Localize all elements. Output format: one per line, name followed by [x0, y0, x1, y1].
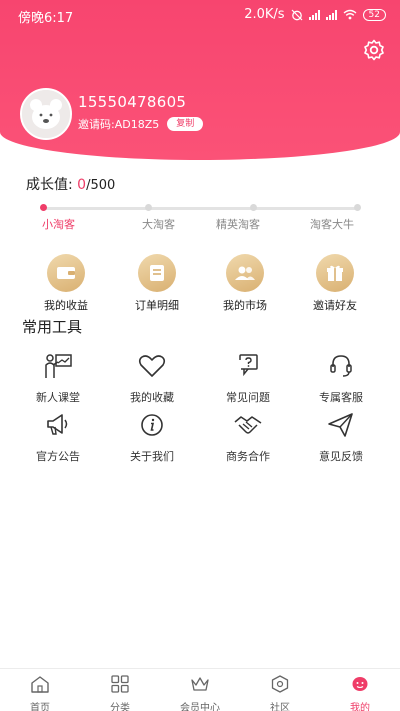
handshake-icon: [234, 416, 262, 434]
growth-progress-track: [42, 207, 360, 210]
avatar[interactable]: [20, 88, 72, 140]
wifi-icon: [343, 9, 356, 20]
nav-category[interactable]: 分类: [80, 675, 160, 711]
business-cooperation-button[interactable]: 商务合作: [203, 411, 293, 464]
customer-service-label: 专属客服: [319, 391, 363, 404]
faq-label: 常见问题: [226, 391, 270, 404]
about-us-label: 关于我们: [130, 450, 174, 463]
faq-button[interactable]: 常见问题: [203, 352, 293, 405]
hexagon-icon: [271, 675, 289, 693]
invite-friends-label: 邀请好友: [313, 299, 357, 312]
users-icon: [226, 254, 264, 292]
announcements-label: 官方公告: [36, 450, 80, 463]
bottom-nav: 首页 分类 会员中心 社区 我的: [0, 668, 400, 711]
settings-gear-icon[interactable]: [362, 38, 386, 62]
customer-service-button[interactable]: 专属客服: [296, 352, 386, 405]
wallet-icon: [47, 254, 85, 292]
level-dot-4: [354, 204, 361, 211]
signal-icon-2: [325, 9, 337, 20]
announcements-button[interactable]: 官方公告: [13, 411, 103, 464]
status-bar: 傍晚6:17 2.0K/s 52: [0, 0, 400, 30]
nav-home[interactable]: 首页: [0, 675, 80, 711]
headset-icon: [330, 355, 352, 377]
nav-community[interactable]: 社区: [240, 675, 320, 711]
signal-icon: [308, 9, 320, 20]
user-phone: 15550478605: [78, 93, 187, 111]
nav-mine-label: 我的: [350, 703, 370, 711]
quick-actions: 我的收益 订单明细 我的市场 邀请好友: [0, 254, 400, 314]
network-speed: 2.0K/s: [244, 7, 285, 22]
alarm-icon: [291, 9, 302, 20]
order-details-label: 订单明细: [135, 299, 179, 312]
order-list-icon: [138, 254, 176, 292]
tools-section-title: 常用工具: [22, 318, 83, 336]
level-label-3: 精英淘客: [216, 218, 260, 231]
level-dot-1: [40, 204, 47, 211]
newbie-class-button[interactable]: 新人课堂: [13, 352, 103, 405]
my-earnings-label: 我的收益: [44, 299, 88, 312]
nav-member-center-label: 会员中心: [180, 703, 220, 711]
nav-community-label: 社区: [270, 703, 290, 711]
my-market-label: 我的市场: [223, 299, 267, 312]
my-favorites-button[interactable]: 我的收藏: [107, 352, 197, 405]
feedback-label: 意见反馈: [319, 450, 363, 463]
copy-button[interactable]: 复制: [167, 117, 204, 131]
send-icon: [328, 413, 353, 437]
growth-label: 成长值:: [26, 177, 78, 193]
growth-current: 0: [77, 177, 87, 193]
presenter-icon: [45, 354, 72, 378]
crown-icon: [191, 677, 209, 691]
teddy-bear-icon: [22, 90, 70, 138]
my-earnings-button[interactable]: 我的收益: [21, 254, 111, 313]
growth-value: 成长值: 0/500: [26, 174, 115, 194]
feedback-button[interactable]: 意见反馈: [296, 411, 386, 464]
invite-code-row: 邀请码:AD18Z5 复制: [78, 116, 204, 132]
grid-icon: [111, 675, 129, 693]
business-cooperation-label: 商务合作: [226, 450, 270, 463]
battery-icon: 52: [362, 8, 386, 21]
info-icon: [141, 414, 163, 436]
level-dot-3: [250, 204, 257, 211]
profile-icon: [352, 677, 368, 691]
nav-member-center[interactable]: 会员中心: [160, 675, 240, 711]
order-details-button[interactable]: 订单明细: [112, 254, 202, 313]
question-icon: [237, 354, 258, 377]
my-favorites-label: 我的收藏: [130, 391, 174, 404]
about-us-button[interactable]: 关于我们: [107, 411, 197, 464]
heart-icon: [138, 355, 166, 377]
home-icon: [31, 676, 49, 693]
invite-friends-button[interactable]: 邀请好友: [290, 254, 380, 313]
level-label-4: 淘客大牛: [310, 218, 354, 231]
level-label-2: 大淘客: [142, 218, 175, 231]
invite-code: 邀请码:AD18Z5: [78, 118, 160, 131]
my-market-button[interactable]: 我的市场: [200, 254, 290, 313]
status-icons: 2.0K/s 52: [244, 7, 386, 22]
status-time: 傍晚6:17: [18, 11, 74, 26]
megaphone-icon: [47, 414, 68, 435]
level-dot-2: [145, 204, 152, 211]
level-label-1: 小淘客: [42, 218, 75, 231]
growth-max: /500: [86, 178, 116, 193]
gift-icon: [316, 254, 354, 292]
nav-mine[interactable]: 我的: [320, 675, 400, 711]
newbie-class-label: 新人课堂: [36, 391, 80, 404]
nav-home-label: 首页: [30, 703, 50, 711]
nav-category-label: 分类: [110, 703, 130, 711]
